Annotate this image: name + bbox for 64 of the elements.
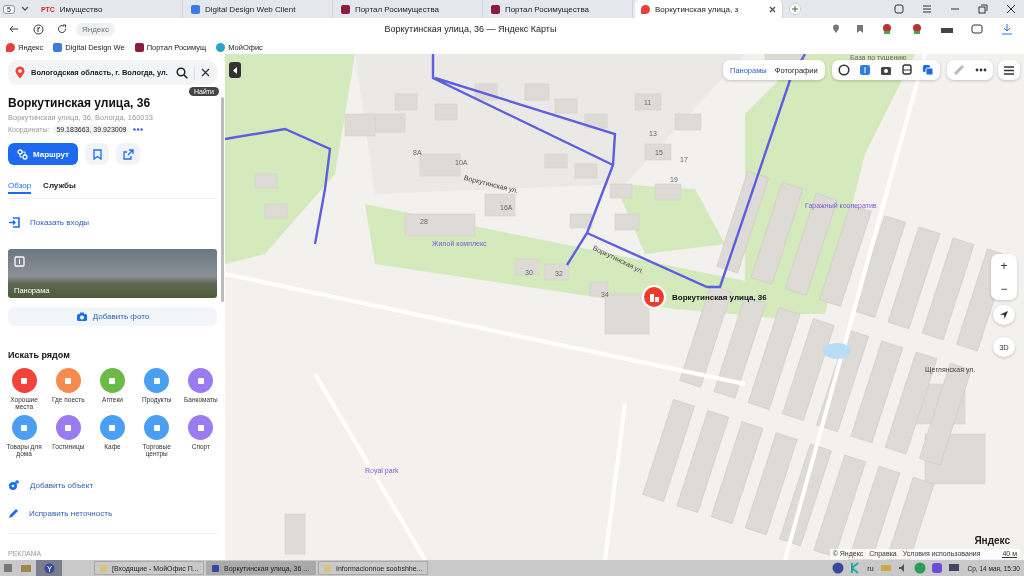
- pencil-icon: [8, 508, 19, 519]
- window-icon: [99, 563, 108, 573]
- bookmark-icon: [92, 148, 102, 160]
- show-entrances-link[interactable]: Показать входы: [30, 217, 90, 227]
- pond: [823, 343, 851, 359]
- section-heading: Искать рядом: [8, 350, 71, 360]
- place-title: Воркутинская улица, 36: [8, 96, 152, 110]
- app-icon[interactable]: [929, 562, 945, 574]
- page-title: Воркутинская улица, 36 — Яндекс Карты: [383, 24, 558, 34]
- panorama-icon[interactable]: [859, 64, 871, 76]
- yandex-browser-icon[interactable]: [830, 562, 846, 574]
- entrance-icon: [8, 216, 20, 228]
- close-icon[interactable]: [768, 5, 776, 13]
- address-field[interactable]: Яндекс: [76, 22, 115, 36]
- camera-icon[interactable]: [880, 64, 892, 76]
- share-icon: [122, 148, 134, 160]
- route-button[interactable]: Маршрут: [8, 143, 78, 165]
- sync-icon[interactable]: [912, 562, 928, 574]
- category-icon[interactable]: [11, 368, 37, 393]
- camera-icon: [75, 311, 88, 322]
- folder-icon[interactable]: [18, 563, 34, 573]
- zoom-in-button[interactable]: +: [991, 254, 1017, 277]
- panel-tab[interactable]: Службы: [43, 181, 76, 194]
- map-logo: Яндекс: [974, 535, 1010, 546]
- layers-icon[interactable]: [922, 64, 934, 76]
- add-location-icon: [8, 479, 20, 491]
- category-icon[interactable]: [55, 415, 81, 440]
- traffic-icon[interactable]: [838, 64, 850, 76]
- share-button[interactable]: [116, 143, 140, 165]
- add-photo-button[interactable]: Добавить фото: [8, 307, 217, 326]
- category-icon[interactable]: [55, 368, 81, 393]
- caret-left-icon: [232, 66, 238, 74]
- scrollbar[interactable]: [221, 97, 224, 302]
- add-icon[interactable]: [788, 3, 801, 15]
- bus-icon[interactable]: [901, 64, 913, 76]
- add-object-link[interactable]: Добавить объект: [30, 480, 94, 490]
- bookmark-button[interactable]: [85, 143, 109, 165]
- collapse-panel-button[interactable]: [229, 62, 241, 78]
- category-icon[interactable]: [11, 415, 37, 440]
- panel-tab[interactable]: Обзор: [8, 181, 32, 194]
- category-icon[interactable]: [144, 368, 170, 393]
- category-icon[interactable]: [188, 415, 214, 440]
- zoom-out-button[interactable]: −: [991, 277, 1017, 300]
- location-arrow-icon: [999, 310, 1009, 320]
- category-icon[interactable]: [100, 415, 125, 440]
- search-icon[interactable]: [176, 66, 188, 79]
- browser-icon[interactable]: [36, 560, 62, 576]
- marker-label: Воркутинская улица, 36: [642, 285, 767, 309]
- route-icon: [17, 148, 28, 160]
- window-icon: [323, 563, 332, 573]
- close-icon[interactable]: [201, 68, 210, 77]
- fix-error-link[interactable]: Исправить неточность: [29, 509, 113, 518]
- category-icon[interactable]: [144, 415, 170, 440]
- more-icon[interactable]: [133, 128, 144, 131]
- monitor-icon[interactable]: [946, 563, 962, 573]
- more-icon[interactable]: [975, 68, 987, 72]
- category-icon[interactable]: [100, 368, 125, 393]
- window-icon: [211, 563, 220, 573]
- category-icon[interactable]: [188, 368, 214, 393]
- menu-button[interactable]: [998, 60, 1020, 80]
- browser-tab[interactable]: Воркутинская улица, з: [634, 0, 783, 18]
- panorama-icon: [14, 256, 25, 267]
- menu-icon: [1004, 65, 1014, 75]
- location-pin-icon: [15, 66, 25, 79]
